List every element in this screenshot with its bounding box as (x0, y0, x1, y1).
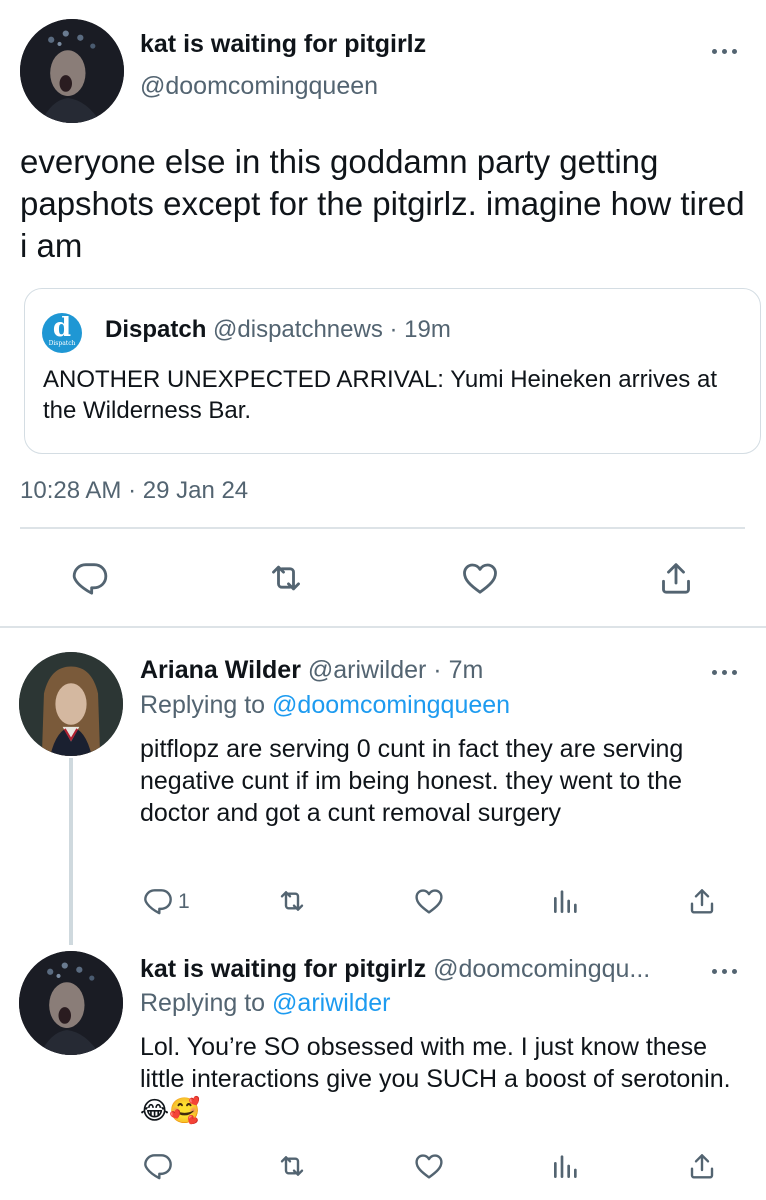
author-avatar[interactable] (20, 19, 124, 123)
thread-connector (69, 758, 73, 945)
analytics-icon[interactable] (550, 1150, 582, 1182)
reply-text: pitflopz are serving 0 cunt in fact they… (140, 735, 684, 827)
dispatch-logo: d Dispatch (42, 313, 82, 353)
reply-icon[interactable] (142, 1150, 174, 1182)
share-icon[interactable] (686, 1150, 718, 1182)
quoted-tweet-card[interactable]: d Dispatch Dispatch @dispatchnews · 19m … (24, 288, 761, 454)
share-icon[interactable] (686, 885, 718, 917)
reply-author-avatar[interactable] (19, 652, 123, 756)
retweet-icon[interactable] (276, 1150, 308, 1182)
reply-text: Lol. You’re SO obsessed with me. I just … (140, 1033, 731, 1125)
reply-time: 7m (448, 656, 484, 684)
reply-author-handle[interactable]: @ariwilder (308, 656, 426, 684)
reply-icon[interactable] (142, 885, 174, 917)
more-icon[interactable] (710, 46, 740, 56)
reply-icon[interactable] (70, 558, 110, 598)
reply-author-name[interactable]: Ariana Wilder (140, 656, 301, 684)
divider (0, 626, 766, 628)
heart-icon[interactable] (413, 1150, 445, 1182)
analytics-icon[interactable] (550, 885, 582, 917)
tweet-text: everyone else in this goddamn party gett… (20, 143, 745, 264)
reply-author-name[interactable]: kat is waiting for pitgirlz (140, 955, 426, 983)
retweet-icon[interactable] (276, 885, 308, 917)
more-icon[interactable] (710, 667, 740, 677)
quoted-tweet-time: 19m (404, 316, 451, 343)
retweet-icon[interactable] (266, 558, 306, 598)
reply-author-handle[interactable]: @doomcomingqu... (433, 955, 650, 983)
mention-link[interactable]: @ariwilder (272, 989, 390, 1017)
quoted-author-handle: @dispatchnews (213, 316, 383, 343)
quoted-tweet-text: ANOTHER UNEXPECTED ARRIVAL: Yumi Heineke… (43, 366, 717, 424)
replying-to: Replying to @ariwilder (140, 989, 391, 1017)
share-icon[interactable] (656, 558, 696, 598)
author-display-name[interactable]: kat is waiting for pitgirlz (140, 30, 426, 59)
tweet-timestamp[interactable]: 10:28 AM · 29 Jan 24 (20, 477, 248, 505)
more-icon[interactable] (710, 966, 740, 976)
reply-author-avatar[interactable] (19, 951, 123, 1055)
author-handle[interactable]: @doomcomingqueen (140, 72, 378, 101)
mention-link[interactable]: @doomcomingqueen (272, 691, 510, 719)
heart-icon[interactable] (413, 885, 445, 917)
quoted-tweet-header: Dispatch @dispatchnews · 19m (105, 316, 451, 343)
replying-to: Replying to @doomcomingqueen (140, 691, 511, 719)
divider (20, 527, 745, 529)
heart-icon[interactable] (460, 558, 500, 598)
reply-count: 1 (178, 890, 190, 913)
reply-header: Ariana Wilder @ariwilder · 7m (140, 656, 484, 684)
reply-header: kat is waiting for pitgirlz @doomcomingq… (140, 955, 650, 984)
quoted-author-name: Dispatch (105, 316, 207, 343)
